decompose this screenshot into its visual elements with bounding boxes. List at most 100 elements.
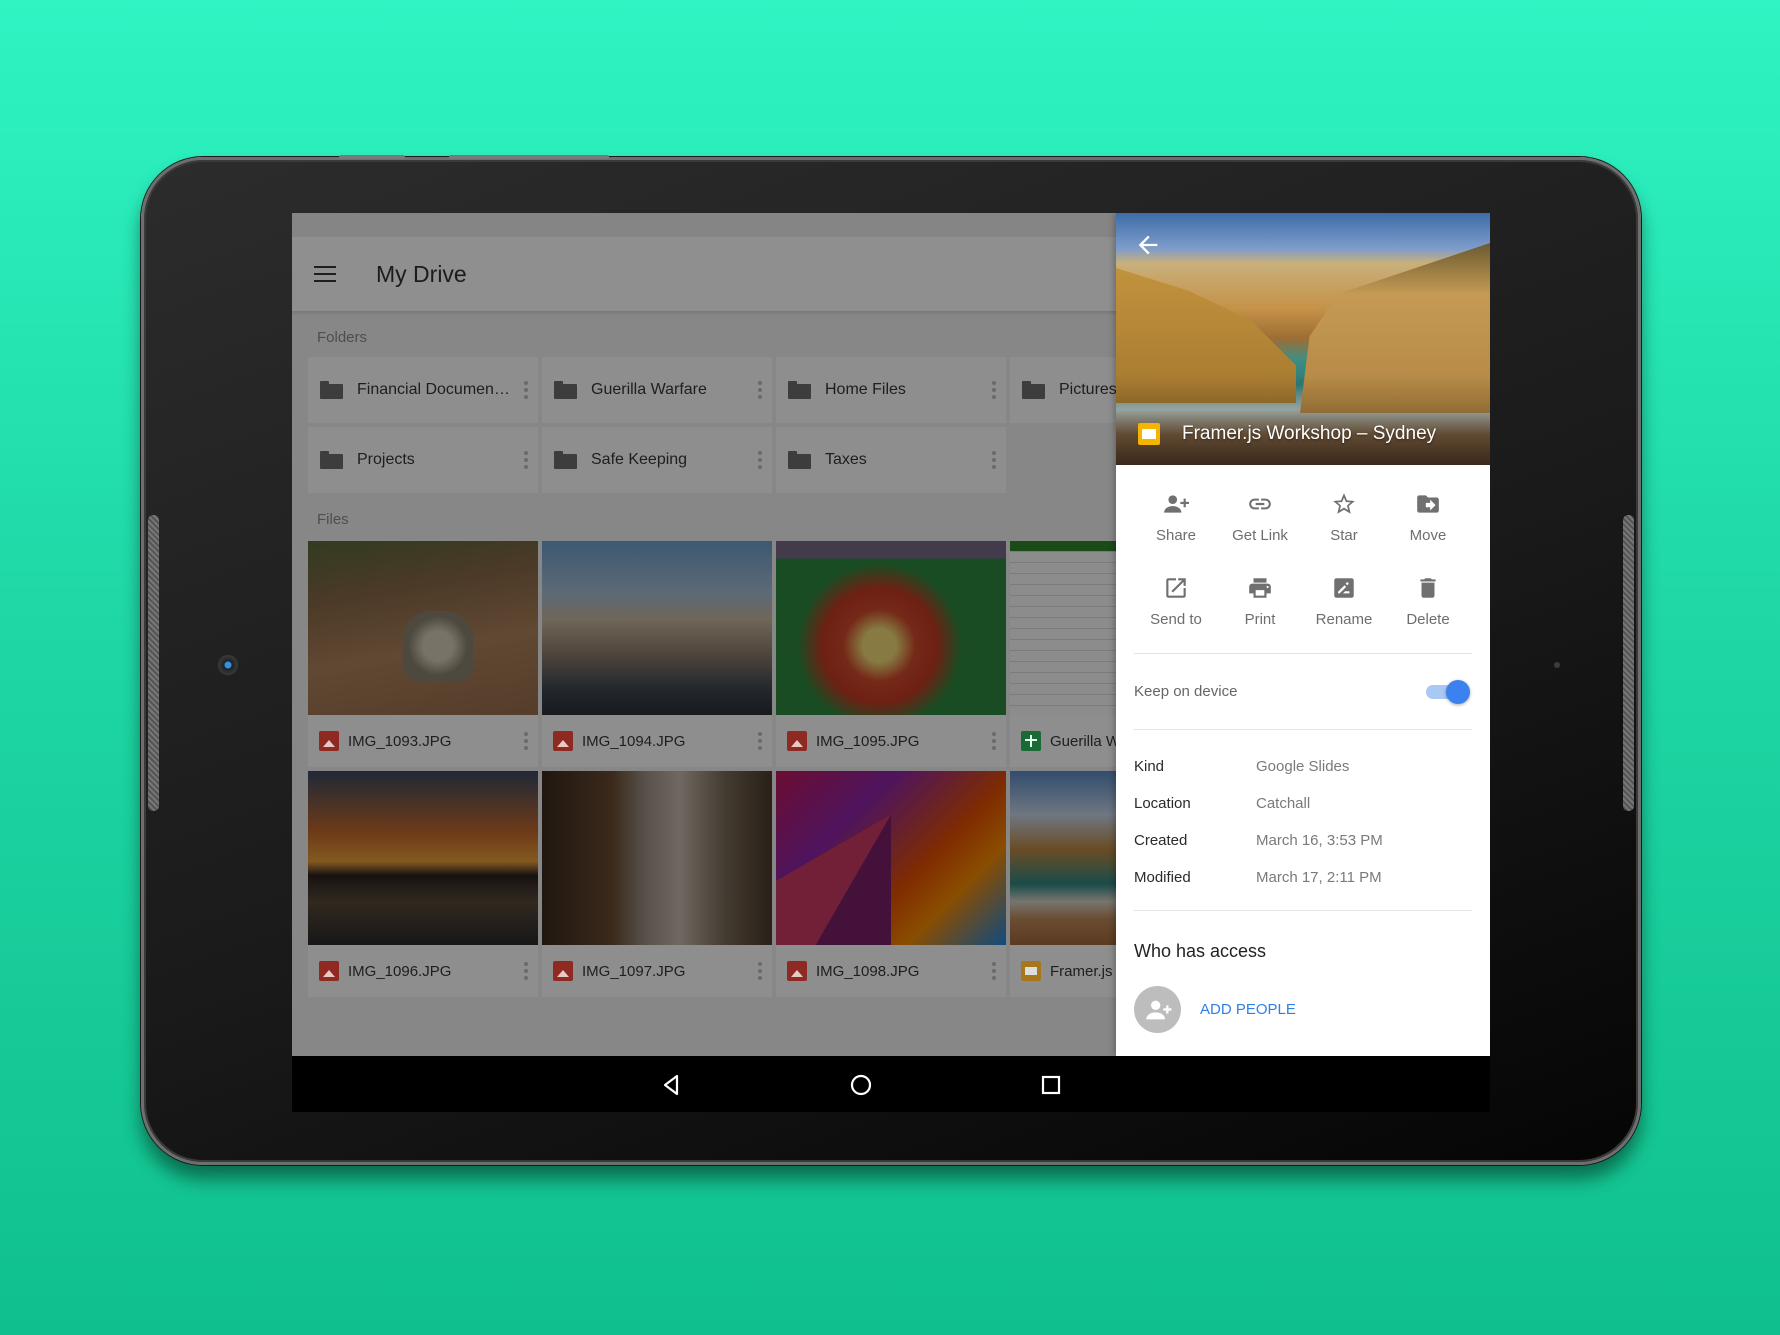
property-value: Google Slides <box>1256 758 1350 775</box>
slides-file-icon <box>1138 423 1160 445</box>
more-options-icon[interactable] <box>524 381 528 399</box>
file-item[interactable]: IMG_1097.JPG <box>542 771 772 997</box>
action-label: Print <box>1244 611 1276 628</box>
tablet-volume-button <box>449 155 609 159</box>
file-thumbnail <box>776 541 1006 715</box>
back-arrow-icon[interactable] <box>1134 231 1162 259</box>
file-item[interactable]: IMG_1095.JPG <box>776 541 1006 767</box>
person-add-icon <box>1164 495 1189 513</box>
folder-icon <box>1022 381 1045 399</box>
folder-name: Projects <box>357 451 415 468</box>
folder-item[interactable]: Guerilla Warfare <box>542 357 772 423</box>
file-details-panel: Framer.js Workshop – Sydney Share Get Li… <box>1116 213 1490 1056</box>
folder-item[interactable]: Projects <box>308 427 538 493</box>
property-value: March 16, 3:53 PM <box>1256 832 1383 849</box>
folder-item[interactable]: Home Files <box>776 357 1006 423</box>
keep-on-device-row: Keep on device <box>1116 654 1490 729</box>
property-row: Created March 16, 3:53 PM <box>1134 822 1472 859</box>
action-label: Rename <box>1315 611 1373 628</box>
folder-item[interactable]: Taxes <box>776 427 1006 493</box>
star-icon <box>1333 493 1355 514</box>
front-camera <box>218 655 238 675</box>
file-name: IMG_1094.JPG <box>582 732 686 750</box>
drive-app: My Drive Folders Financial Documen… Guer… <box>292 213 1490 1056</box>
more-options-icon[interactable] <box>992 451 996 469</box>
keep-on-device-label: Keep on device <box>1134 683 1238 700</box>
folder-item[interactable]: Safe Keeping <box>542 427 772 493</box>
folder-icon <box>320 381 343 399</box>
file-item[interactable]: IMG_1096.JPG <box>308 771 538 997</box>
folder-icon <box>788 451 811 469</box>
home-nav-icon[interactable] <box>848 1072 874 1098</box>
move-folder-icon <box>1417 495 1439 513</box>
more-options-icon[interactable] <box>992 732 996 750</box>
file-name: IMG_1097.JPG <box>582 962 686 980</box>
folder-item[interactable]: Financial Documen… <box>308 357 538 423</box>
get-link-button[interactable]: Get Link <box>1218 483 1302 567</box>
action-label: Share <box>1155 527 1197 544</box>
folder-name: Home Files <box>825 381 906 398</box>
print-icon <box>1249 578 1271 598</box>
keep-on-device-toggle[interactable] <box>1424 679 1470 704</box>
slides-file-icon <box>1021 961 1041 981</box>
property-value: Catchall <box>1256 795 1311 812</box>
trash-icon <box>1420 578 1436 598</box>
file-thumbnail <box>542 541 772 715</box>
image-file-icon <box>787 731 807 751</box>
action-label: Move <box>1409 527 1447 544</box>
rename-button[interactable]: Rename <box>1302 567 1386 651</box>
property-key: Kind <box>1134 758 1165 775</box>
more-options-icon[interactable] <box>524 962 528 980</box>
file-actions: Share Get Link Star Move Send to Print R… <box>1116 465 1490 651</box>
android-nav-bar <box>292 1056 1490 1112</box>
folder-name: Financial Documen… <box>357 381 510 398</box>
file-thumbnail <box>308 541 538 715</box>
star-button[interactable]: Star <box>1302 483 1386 567</box>
image-file-icon <box>553 731 573 751</box>
move-button[interactable]: Move <box>1386 483 1470 567</box>
file-name: IMG_1095.JPG <box>816 732 920 750</box>
tablet-screen: My Drive Folders Financial Documen… Guer… <box>292 213 1490 1112</box>
delete-button[interactable]: Delete <box>1386 567 1470 651</box>
right-speaker-grille <box>1623 515 1634 811</box>
back-nav-icon[interactable] <box>658 1072 684 1098</box>
folder-name: Safe Keeping <box>591 451 688 468</box>
add-people-button[interactable]: ADD PEOPLE <box>1200 1001 1296 1018</box>
folder-icon <box>554 381 577 399</box>
file-thumbnail <box>308 771 538 945</box>
file-item[interactable]: IMG_1093.JPG <box>308 541 538 767</box>
file-title: Framer.js Workshop – Sydney <box>1182 423 1437 444</box>
spreadsheet-file-icon <box>1021 731 1041 751</box>
more-options-icon[interactable] <box>758 732 762 750</box>
file-thumbnail <box>542 771 772 945</box>
more-options-icon[interactable] <box>524 732 528 750</box>
more-options-icon[interactable] <box>992 962 996 980</box>
property-row: Location Catchall <box>1134 785 1472 822</box>
folder-icon <box>554 451 577 469</box>
property-row: Modified March 17, 2:11 PM <box>1134 859 1472 896</box>
open-external-icon <box>1166 578 1186 598</box>
more-options-icon[interactable] <box>758 451 762 469</box>
menu-icon[interactable] <box>314 266 336 282</box>
file-item[interactable]: IMG_1098.JPG <box>776 771 1006 997</box>
add-people-row[interactable]: ADD PEOPLE <box>1116 962 1490 1033</box>
file-preview-image: Framer.js Workshop – Sydney <box>1116 213 1490 465</box>
print-button[interactable]: Print <box>1218 567 1302 651</box>
link-icon <box>1249 498 1271 510</box>
action-label: Delete <box>1406 611 1450 628</box>
property-key: Modified <box>1134 869 1191 886</box>
more-options-icon[interactable] <box>524 451 528 469</box>
more-options-icon[interactable] <box>992 381 996 399</box>
more-options-icon[interactable] <box>758 962 762 980</box>
share-button[interactable]: Share <box>1134 483 1218 567</box>
file-thumbnail <box>776 771 1006 945</box>
person-add-icon <box>1145 1000 1171 1019</box>
send-to-button[interactable]: Send to <box>1134 567 1218 651</box>
folder-icon <box>320 451 343 469</box>
left-speaker-grille <box>148 515 159 811</box>
image-file-icon <box>319 731 339 751</box>
more-options-icon[interactable] <box>758 381 762 399</box>
file-item[interactable]: IMG_1094.JPG <box>542 541 772 767</box>
folder-name: Pictures <box>1059 381 1117 398</box>
recents-nav-icon[interactable] <box>1038 1072 1064 1098</box>
